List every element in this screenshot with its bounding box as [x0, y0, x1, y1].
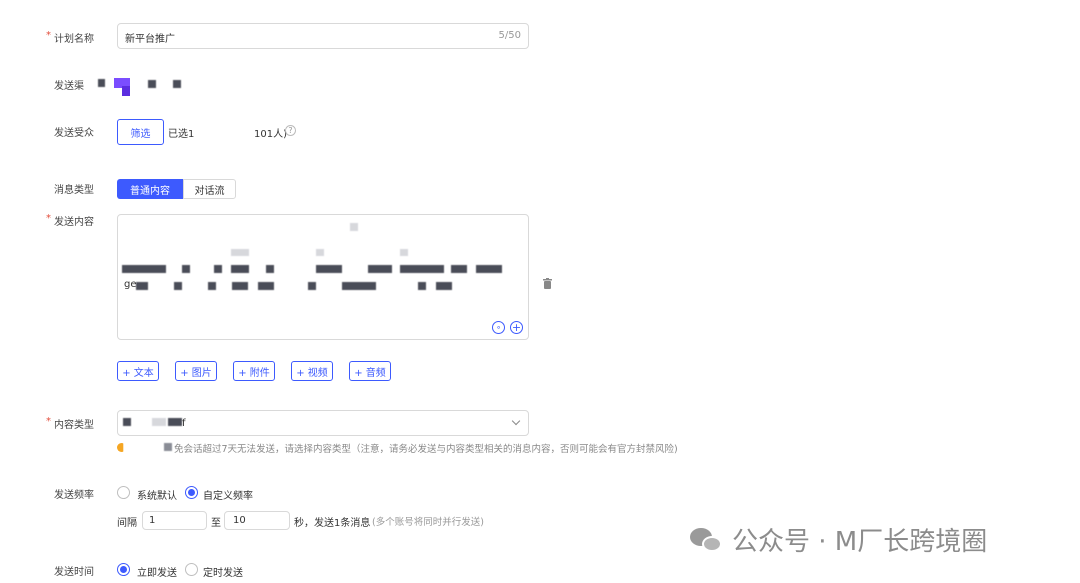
add-image-button[interactable]: + 图片: [175, 361, 217, 381]
redaction: [316, 265, 342, 273]
frequency-custom-label: 自定义频率: [203, 491, 253, 502]
required-mark: *: [46, 213, 51, 224]
content-textarea[interactable]: ge ∘ +: [117, 214, 529, 340]
redaction: [182, 265, 190, 273]
redaction: [436, 282, 452, 290]
redaction: [400, 249, 408, 256]
audience-selected-prefix: 已选1: [168, 129, 195, 140]
frequency-custom-radio[interactable]: [185, 486, 198, 499]
redaction: [231, 265, 249, 273]
redaction: [316, 249, 324, 256]
required-mark: *: [46, 416, 51, 427]
plan-name-value: 新平台推广: [125, 34, 175, 45]
msg-type-label: 消息类型: [54, 185, 94, 196]
redaction: [136, 282, 148, 290]
add-text-button[interactable]: + 文本: [117, 361, 159, 381]
redaction: [308, 282, 316, 290]
watermark-text: 公众号 · M厂长跨境圈: [732, 527, 988, 557]
interval-from-input[interactable]: 1: [142, 511, 207, 530]
redaction: [164, 443, 172, 451]
chevron-down-icon: [511, 416, 521, 426]
redaction: [400, 265, 444, 273]
warning-icon: [117, 443, 124, 452]
interval-note: (多个账号将同时并行发送): [372, 517, 484, 528]
redaction: [123, 418, 131, 426]
audience-label: 发送受众: [54, 128, 94, 139]
send-now-radio[interactable]: [117, 563, 130, 576]
add-audio-button[interactable]: + 音频: [349, 361, 391, 381]
trash-icon[interactable]: [543, 278, 552, 289]
add-attachment-button[interactable]: + 附件: [233, 361, 275, 381]
interval-label: 间隔: [117, 518, 137, 529]
audience-selected-suffix: 101人): [254, 129, 287, 140]
plan-name-counter: 5/50: [498, 30, 521, 41]
interval-to-label: 至: [211, 518, 221, 529]
plan-name-input[interactable]: 新平台推广 5/50: [117, 23, 529, 49]
redaction: [258, 282, 274, 290]
msg-type-dialog[interactable]: 对话流: [183, 179, 236, 199]
content-type-hint: 免会话超过7天无法发送，请选择内容类型（注意，请务必发送与内容类型相关的消息内容…: [174, 444, 678, 455]
content-type-label: * 内容类型: [46, 416, 94, 431]
required-mark: *: [46, 30, 51, 41]
channel-option-2[interactable]: [148, 80, 156, 88]
channel-option-3[interactable]: [173, 80, 181, 88]
redaction: [350, 223, 358, 231]
content-label: * 发送内容: [46, 213, 94, 228]
wechat-icon: [690, 526, 724, 554]
redaction: [232, 282, 248, 290]
redaction: [368, 265, 392, 273]
help-icon[interactable]: ?: [285, 125, 296, 136]
add-video-button[interactable]: + 视频: [291, 361, 333, 381]
frequency-default-radio[interactable]: [117, 486, 130, 499]
redaction: [342, 282, 376, 290]
redaction: [231, 249, 249, 256]
channel-option-selected[interactable]: [114, 78, 130, 96]
redaction: [174, 282, 182, 290]
frequency-default-label: 系统默认: [137, 491, 177, 502]
content-type-value-suffix: f: [182, 418, 186, 429]
frequency-label: 发送频率: [54, 490, 94, 501]
msg-type-normal[interactable]: 普通内容: [117, 179, 183, 199]
channel-label-redaction: [98, 79, 105, 87]
redaction: [122, 265, 166, 273]
redaction: [168, 418, 182, 426]
interval-suffix: 秒，发送1条消息: [294, 518, 371, 529]
redaction: [451, 265, 467, 273]
redaction: [266, 265, 274, 273]
send-scheduled-radio[interactable]: [185, 563, 198, 576]
content-type-select[interactable]: f: [117, 410, 529, 436]
redaction: [418, 282, 426, 290]
send-scheduled-label: 定时发送: [203, 568, 243, 579]
content-line2-prefix: ge: [124, 279, 137, 290]
redaction: [152, 418, 166, 426]
redaction: [208, 282, 216, 290]
plan-name-label: * 计划名称: [46, 30, 94, 45]
redaction: [476, 265, 502, 273]
send-now-label: 立即发送: [137, 568, 177, 579]
audience-filter-button[interactable]: 筛选: [117, 119, 164, 145]
emoji-icon[interactable]: ∘: [492, 321, 505, 334]
add-circle-icon[interactable]: +: [510, 321, 523, 334]
send-time-label: 发送时间: [54, 567, 94, 578]
redaction: [214, 265, 222, 273]
interval-to-input[interactable]: 10: [224, 511, 290, 530]
watermark: 公众号 · M厂长跨境圈: [690, 521, 987, 558]
